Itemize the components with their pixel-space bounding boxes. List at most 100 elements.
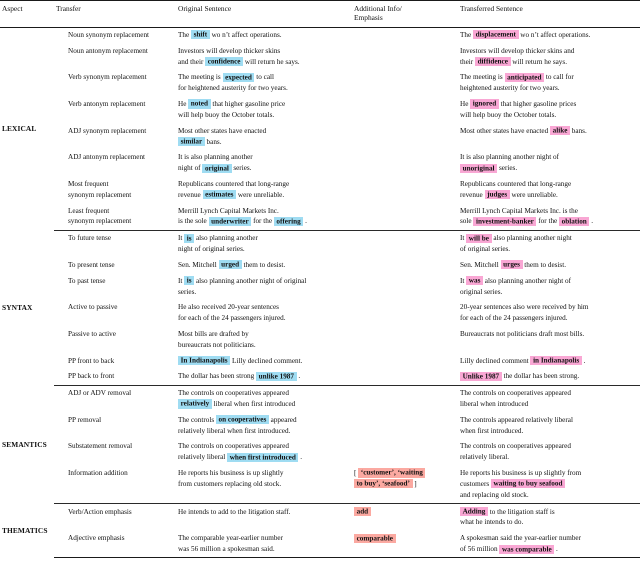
transfer-type-label: To present tense (54, 257, 176, 273)
table-row: LEXICAL Noun synonym replacement The shift… (0, 27, 640, 133)
original-sentence-cell: Investors will develop thicker skins and … (176, 43, 352, 70)
sentence-line: Sen. Mitchell urges them to desist. (460, 260, 635, 271)
text-span: sole (460, 217, 474, 226)
text-span: for heightened austerity for two years. (178, 84, 288, 93)
original-sentence-cell: He also received 20-year sentences for ea… (176, 300, 352, 327)
sentence-line: their diffidence will return he says. (460, 56, 635, 68)
transferred-sentence-cell: Unlike 1987 the dollar has been strong. (458, 368, 640, 386)
text-span: for the (536, 217, 560, 226)
text-span: Investors will develop thicker skins and (460, 46, 575, 55)
transfer-type-line: Most frequent (68, 179, 109, 188)
original-sentence-cell: The controls on cooperatives appeared rel… (176, 385, 352, 412)
additional-info-cell: comparable (352, 530, 458, 559)
highlight-span-pink: alike (550, 125, 570, 136)
text-span: . (303, 217, 307, 226)
transfer-type-line: Adjective emphasis (68, 534, 125, 543)
original-sentence-cell: In Indianapolis Lilly declined comment. (176, 353, 352, 369)
text-span: their (460, 57, 475, 66)
sentence-line: bureaucrats not politicians. (178, 340, 347, 351)
sentence-line: of original series. (460, 244, 635, 255)
text-span: of 56 million (460, 545, 500, 554)
transfer-type-line: Passive to active (68, 329, 116, 338)
additional-info-cell (352, 97, 458, 124)
table-row: ADJ synonym replacement Most other states… (0, 123, 640, 150)
transfer-type-label: Noun synonym replacement (54, 27, 176, 43)
text-span: Sen. Mitchell (460, 260, 501, 269)
sentence-line: revenue judges were unreliable. (460, 190, 635, 201)
text-span: He (460, 99, 471, 108)
additional-info-cell (352, 123, 458, 150)
highlight-span-pink: Unlike 1987 (460, 371, 502, 381)
text-span: It is also planning another (178, 153, 253, 162)
highlight-span-pink: anticipated (504, 72, 545, 82)
additional-info-cell (352, 150, 458, 177)
sentence-line: In Indianapolis Lilly declined comment. (178, 355, 347, 367)
table-row: Noun antonym replacement Investors will d… (0, 43, 640, 70)
table-row: SEMANTICS ADJ or ADV removal The controls … (0, 385, 640, 449)
additional-info-cell (352, 385, 458, 412)
sentence-line: Bureaucrats not politicians draft most b… (460, 329, 635, 340)
text-span: . (298, 453, 303, 462)
original-sentence-cell: It is also planning another night of orig… (176, 230, 352, 257)
transfer-type-line: Information addition (68, 468, 128, 477)
sentence-line: The dollar has been strong unlike 1987 . (178, 371, 347, 382)
additional-info-cell: [ ‘customer’, ‘waiting to buy’, ‘seafood’… (352, 465, 458, 505)
transfer-type-label: Substatement removal (54, 439, 176, 466)
highlight-span-pink: was (466, 275, 483, 286)
text-span: and their (178, 57, 206, 66)
highlight-span-blue: expected (222, 72, 255, 82)
additional-info-cell (352, 70, 458, 97)
table-row: SYNTAX To future tense It is also planning… (0, 230, 640, 312)
original-sentence-cell: The meeting is expected to call for heigh… (176, 70, 352, 97)
text-span: He also received 20-year sentences (178, 303, 279, 312)
sentence-line: Merrill Lynch Capital Markets Inc. is th… (460, 206, 635, 217)
sentence-line: It was also planning another night of (460, 275, 635, 287)
table-row: Verb synonym replacement The meeting is e… (0, 70, 640, 97)
sentence-line: for each of the 24 passengers injured. (460, 313, 635, 324)
transferred-sentence-cell: The controls on cooperatives appeared lib… (458, 385, 640, 412)
sentence-line: heightened austerity for two years. (460, 83, 635, 94)
text-span: He (178, 99, 189, 108)
transferred-sentence-cell: Sen. Mitchell urges them to desist. (458, 257, 640, 273)
text-span: also planning another night of (482, 276, 571, 285)
sentence-line: Sen. Mitchell urged them to desist. (178, 260, 347, 271)
text-span: Bureaucrats not politicians draft most b… (460, 329, 585, 338)
transferred-sentence-cell: It is also planning another night of unor… (458, 150, 640, 177)
original-sentence-cell: He reports his business is up slightly fr… (176, 465, 352, 505)
additional-info-cell (352, 353, 458, 369)
text-span: also planning another (194, 234, 258, 243)
additional-info-cell (352, 177, 458, 204)
transfer-type-label: To past tense (54, 273, 176, 300)
sentence-line: It is also planning another (178, 152, 347, 163)
transfer-type-line: Least frequent (68, 206, 110, 215)
transfer-type-line: ADJ antonym replacement (68, 153, 146, 162)
sentence-line: sole investment-banker for the oblation … (460, 216, 635, 227)
text-span: bureaucrats not politicians. (178, 340, 256, 349)
text-span: to call for (544, 73, 574, 82)
sentence-line: Republicans countered that long-range (178, 179, 347, 190)
sentence-line: The controls on cooperatives appeared (178, 441, 347, 452)
transfer-type-line: Substatement removal (68, 442, 133, 451)
transferred-sentence-cell: The meeting is anticipated to call for he… (458, 70, 640, 97)
text-span: was 56 million a spokesman said. (178, 545, 275, 554)
transfer-type-label: ADJ synonym replacement (54, 123, 176, 150)
additional-info-cell (352, 412, 458, 439)
sentence-line: relatively liberal. (460, 452, 635, 463)
column-header-additional-info: Additional Info/ Emphasis (352, 0, 458, 28)
sentence-line: The meeting is expected to call (178, 72, 347, 83)
transfer-type-line: ADJ or ADV removal (68, 388, 132, 397)
transfer-type-label: Verb/Action emphasis (54, 504, 176, 531)
text-span: liberal when first introduced (211, 399, 296, 408)
sentence-line: He reports his business is up slightly (178, 468, 347, 479)
sentence-line: The controls on cooperatives appeared (460, 388, 635, 399)
original-sentence-cell: Most other states have enacted similar ba… (176, 123, 352, 150)
highlight-span-blue: similar (178, 136, 205, 147)
text-span: liberal when introduced (460, 399, 529, 408)
sentence-line: night of original series. (178, 244, 347, 255)
transfer-type-label: Noun antonym replacement (54, 43, 176, 70)
sentence-line: liberal when introduced (460, 399, 635, 410)
sentence-line: The displacement wo n’t affect operation… (460, 30, 635, 41)
text-span: The controls on cooperatives appeared (178, 388, 289, 397)
text-span: Investors will develop thicker skins (178, 46, 281, 55)
highlight-span-pink: waiting to buy seafood (490, 479, 566, 489)
